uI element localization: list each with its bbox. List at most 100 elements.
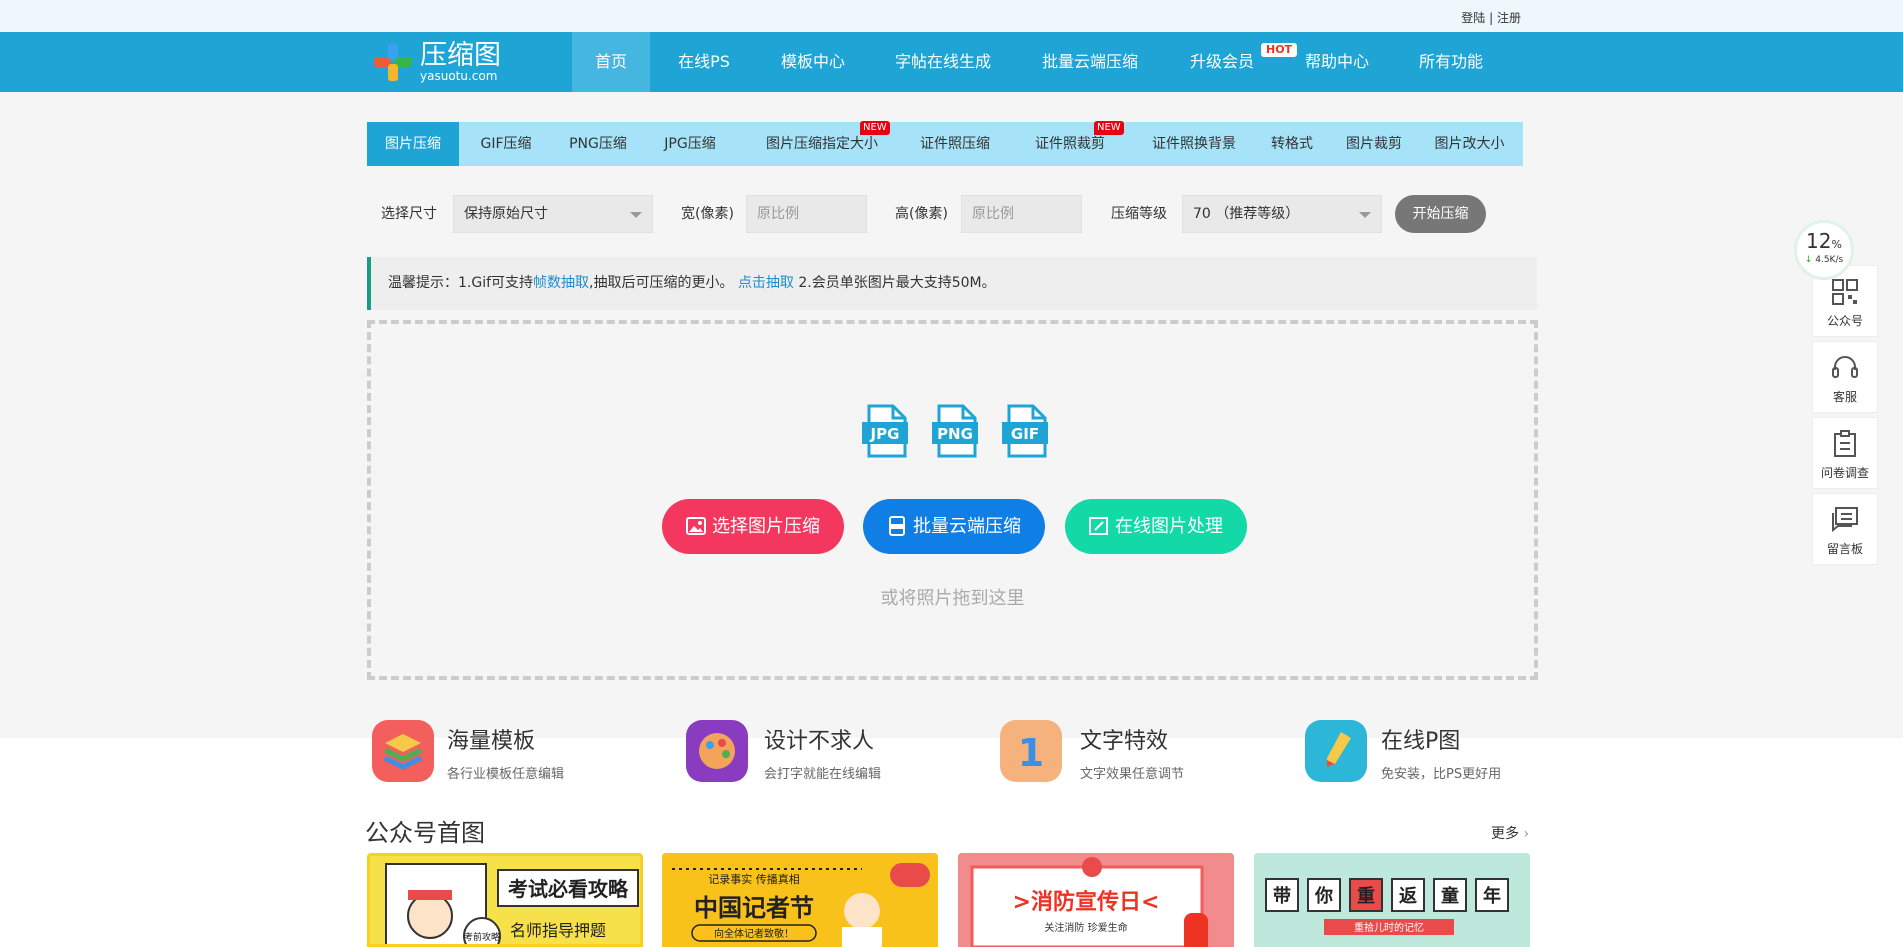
feature-subtitle: 文字效果任意调节 bbox=[1080, 767, 1185, 782]
size-label: 选择尺寸 bbox=[381, 206, 437, 222]
click-extract-link[interactable]: 点击抽取 bbox=[738, 275, 794, 291]
hot-badge: HOT bbox=[1261, 43, 1298, 57]
tab-gif-compress[interactable]: GIF压缩 bbox=[466, 122, 546, 166]
tab-image-compress[interactable]: 图片压缩 bbox=[367, 122, 459, 166]
tab-id-photo-compress[interactable]: 证件照压缩 bbox=[907, 122, 1003, 166]
chevron-right-icon: › bbox=[1523, 826, 1530, 842]
feature-online-ps[interactable]: 在线P图 免安装，比PS更好用 bbox=[1305, 720, 1545, 782]
auth-separator: | bbox=[1485, 11, 1497, 25]
svg-text:关注消防 珍爱生命: 关注消防 珍爱生命 bbox=[1044, 921, 1127, 934]
register-link[interactable]: 注册 bbox=[1497, 11, 1521, 25]
speed-percent: 12 bbox=[1806, 229, 1832, 253]
journalist-day-thumbnail: 记录事实 传播真相 中国记者节 向全体记者致敬！ bbox=[662, 853, 938, 947]
sidebar-item-message-board[interactable]: 留言板 bbox=[1812, 493, 1878, 565]
template-card[interactable]: 记录事实 传播真相 中国记者节 向全体记者致敬！ bbox=[662, 853, 938, 947]
level-label: 压缩等级 bbox=[1111, 206, 1167, 222]
feature-subtitle: 免安装，比PS更好用 bbox=[1381, 767, 1502, 782]
svg-text:名师指导押题: 名师指导押题 bbox=[510, 921, 606, 940]
nav-all-features[interactable]: 所有功能 bbox=[1413, 32, 1489, 92]
chevron-down-icon bbox=[630, 212, 642, 218]
exam-guide-thumbnail: 考试必看攻略 名师指导押题 考前攻略 bbox=[385, 863, 639, 944]
nav-help[interactable]: 帮助中心 bbox=[1299, 32, 1375, 92]
message-icon bbox=[1832, 507, 1858, 533]
chevron-down-icon bbox=[1359, 212, 1371, 218]
more-label: 更多 bbox=[1491, 826, 1519, 842]
batch-compress-button[interactable]: 批量云端压缩 bbox=[863, 499, 1045, 554]
headset-icon bbox=[1832, 356, 1858, 378]
layers-icon bbox=[372, 720, 434, 782]
feature-title: 设计不求人 bbox=[764, 729, 875, 754]
width-input[interactable] bbox=[746, 195, 867, 233]
gif-file-icon: GIF bbox=[1002, 404, 1048, 458]
feature-title: 海量模板 bbox=[447, 729, 536, 754]
pencil-icon bbox=[1305, 720, 1367, 782]
compress-options: 选择尺寸 保持原始尺寸 宽(像素) 高(像素) 压缩等级 70 （推荐等级） bbox=[0, 195, 1903, 233]
drag-hint: 或将照片拖到这里 bbox=[880, 588, 1025, 609]
online-edit-label: 在线图片处理 bbox=[1115, 516, 1223, 537]
login-link[interactable]: 登陆 bbox=[1461, 11, 1485, 25]
nav-upgrade-vip[interactable]: 升级会员 bbox=[1181, 32, 1263, 92]
level-select[interactable]: 70 （推荐等级） bbox=[1182, 195, 1382, 233]
svg-text:带: 带 bbox=[1273, 886, 1291, 907]
level-select-value: 70 （推荐等级） bbox=[1193, 206, 1300, 222]
height-label: 高(像素) bbox=[895, 206, 948, 222]
svg-text:考前攻略: 考前攻略 bbox=[464, 931, 500, 943]
speed-unit: % bbox=[1831, 238, 1842, 251]
tab-png-compress[interactable]: PNG压缩 bbox=[553, 122, 643, 166]
tab-image-resize[interactable]: 图片改大小 bbox=[1422, 122, 1517, 166]
logo-name: 压缩图 bbox=[420, 40, 501, 71]
qrcode-icon bbox=[1832, 279, 1858, 305]
arrow-down-icon: ↓ bbox=[1804, 255, 1813, 265]
nav-copybook[interactable]: 字帖在线生成 bbox=[886, 32, 1000, 92]
tip-prefix: 温馨提示：1.Gif可支持 bbox=[388, 275, 534, 291]
tab-convert-format[interactable]: 转格式 bbox=[1260, 122, 1324, 166]
floating-sidebar: 公众号 客服 问卷调查 留言板 bbox=[1812, 265, 1878, 569]
tab-id-photo-background[interactable]: 证件照换背景 bbox=[1139, 122, 1249, 166]
online-edit-button[interactable]: 在线图片处理 bbox=[1065, 499, 1247, 554]
sidebar-item-label: 留言板 bbox=[1826, 542, 1863, 556]
tab-image-crop[interactable]: 图片裁剪 bbox=[1335, 122, 1413, 166]
svg-text:年: 年 bbox=[1483, 885, 1501, 907]
zip-file-icon bbox=[889, 515, 905, 536]
edit-icon bbox=[1089, 516, 1108, 535]
svg-text:向全体记者致敬！: 向全体记者致敬！ bbox=[714, 927, 794, 940]
feature-text-effects[interactable]: 1 文字特效 文字效果任意调节 bbox=[1000, 720, 1240, 782]
start-compress-button[interactable]: 开始压缩 bbox=[1395, 195, 1486, 233]
nav-templates[interactable]: 模板中心 bbox=[768, 32, 858, 92]
feature-subtitle: 各行业模板任意编辑 bbox=[447, 767, 565, 782]
svg-text:你: 你 bbox=[1314, 885, 1333, 907]
lower-section bbox=[0, 738, 1903, 947]
file-type-icons: JPG PNG GIF bbox=[861, 404, 1049, 458]
auth-links: 登陆 | 注册 bbox=[1461, 9, 1521, 26]
template-card[interactable]: >消防宣传日< 关注消防 珍爱生命 bbox=[958, 853, 1234, 947]
height-input[interactable] bbox=[961, 195, 1082, 233]
tab-jpg-compress[interactable]: JPG压缩 bbox=[647, 122, 733, 166]
template-card[interactable]: 带 你 重 返 童 年 重拾儿时的记忆 bbox=[1254, 853, 1530, 947]
nav-home[interactable]: 首页 bbox=[572, 32, 650, 92]
size-select-value: 保持原始尺寸 bbox=[464, 206, 548, 222]
svg-text:中国记者节: 中国记者节 bbox=[694, 894, 814, 922]
svg-text:>消防宣传日<: >消防宣传日< bbox=[1013, 889, 1160, 915]
clipboard-icon bbox=[1834, 430, 1856, 457]
svg-text:考试必看攻略: 考试必看攻略 bbox=[508, 877, 629, 901]
feature-subtitle: 会打字就能在线编辑 bbox=[764, 767, 882, 782]
feature-design[interactable]: 设计不求人 会打字就能在线编辑 bbox=[686, 720, 926, 782]
frame-extract-link[interactable]: 帧数抽取 bbox=[533, 275, 589, 291]
network-speed-widget[interactable]: 12% ↓ 4.5K/s bbox=[1794, 220, 1854, 280]
svg-text:返: 返 bbox=[1399, 886, 1417, 907]
feature-title: 在线P图 bbox=[1381, 729, 1461, 754]
template-card[interactable]: 考试必看攻略 名师指导押题 考前攻略 bbox=[367, 853, 643, 947]
upload-drop-zone[interactable]: JPG PNG GIF 选择图片压缩 批量云端压缩 在线图片处理 或将照片拖到这… bbox=[367, 320, 1538, 680]
nav-batch-compress[interactable]: 批量云端压缩 bbox=[1035, 32, 1145, 92]
select-image-button[interactable]: 选择图片压缩 bbox=[662, 499, 844, 554]
nav-online-ps[interactable]: 在线PS bbox=[665, 32, 743, 92]
svg-text:重: 重 bbox=[1357, 885, 1375, 907]
size-select[interactable]: 保持原始尺寸 bbox=[453, 195, 653, 233]
section-title: 公众号首图 bbox=[365, 819, 485, 847]
feature-templates[interactable]: 海量模板 各行业模板任意编辑 bbox=[372, 720, 612, 782]
sidebar-item-survey[interactable]: 问卷调查 bbox=[1812, 417, 1878, 489]
sidebar-item-support[interactable]: 客服 bbox=[1812, 341, 1878, 413]
main-nav: 压缩图 yasuotu.com 首页 在线PS 模板中心 字帖在线生成 批量云端… bbox=[0, 32, 1903, 92]
logo[interactable]: 压缩图 yasuotu.com bbox=[372, 40, 501, 84]
more-link[interactable]: 更多 › bbox=[1491, 823, 1529, 843]
